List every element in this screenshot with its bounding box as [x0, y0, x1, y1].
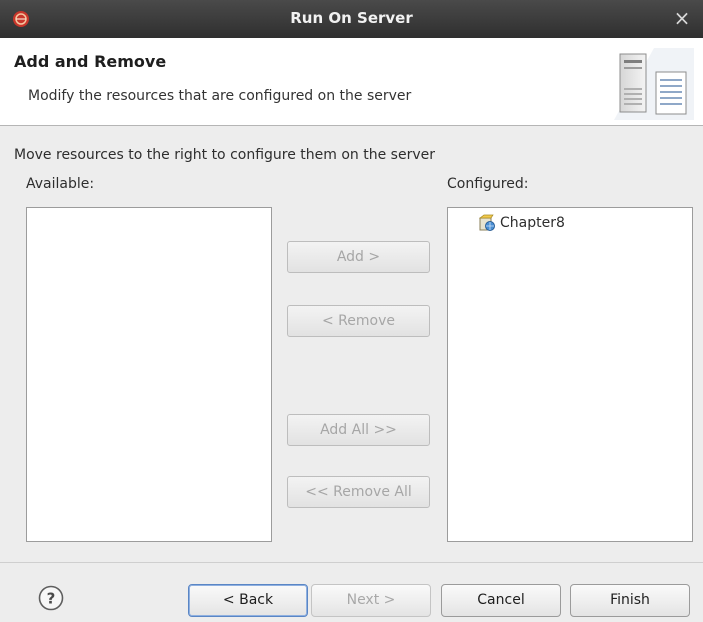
server-icon: [614, 48, 694, 120]
back-button[interactable]: < Back: [188, 584, 308, 617]
add-button[interactable]: Add >: [287, 241, 430, 273]
window-title: Run On Server: [290, 9, 413, 27]
add-all-button[interactable]: Add All >>: [287, 414, 430, 446]
list-item-label: Chapter8: [500, 215, 565, 231]
title-bar: Run On Server ×: [0, 0, 703, 38]
svg-text:?: ?: [47, 590, 56, 608]
close-icon[interactable]: ×: [671, 6, 693, 30]
wizard-header: Add and Remove Modify the resources that…: [0, 38, 703, 126]
available-list[interactable]: [26, 207, 272, 542]
configured-list[interactable]: Chapter8: [447, 207, 693, 542]
web-project-icon: [478, 214, 495, 231]
page-description: Modify the resources that are configured…: [28, 88, 412, 104]
help-icon[interactable]: ?: [38, 585, 64, 611]
available-label: Available:: [26, 176, 95, 192]
remove-all-button[interactable]: << Remove All: [287, 476, 430, 508]
next-button[interactable]: Next >: [311, 584, 431, 617]
remove-button[interactable]: < Remove: [287, 305, 430, 337]
finish-button[interactable]: Finish: [570, 584, 690, 617]
configured-label: Configured:: [447, 176, 529, 192]
page-title: Add and Remove: [14, 52, 167, 71]
instruction-text: Move resources to the right to configure…: [14, 147, 435, 163]
cancel-button[interactable]: Cancel: [441, 584, 561, 617]
footer-separator: [0, 562, 703, 563]
list-item[interactable]: Chapter8: [478, 214, 565, 232]
